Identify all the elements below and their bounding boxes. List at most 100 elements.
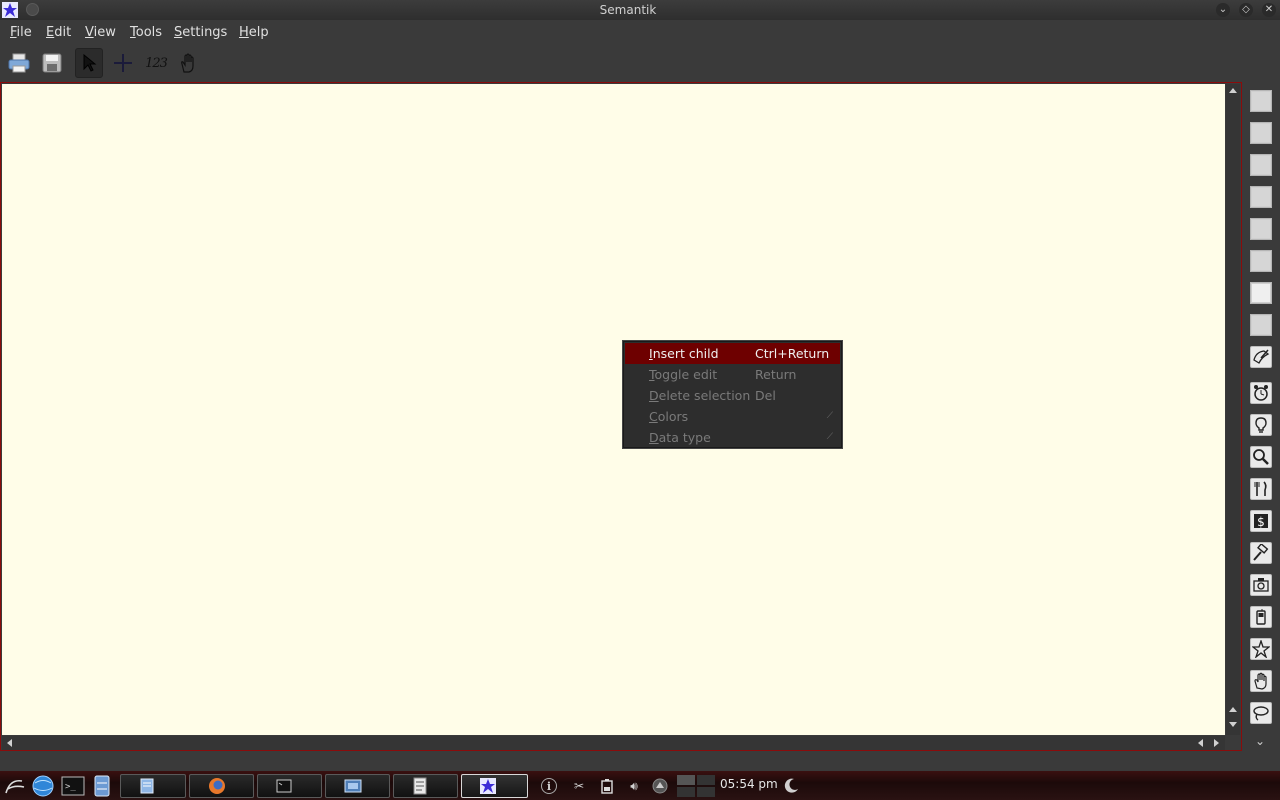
scissors-icon: ✂ xyxy=(573,779,585,793)
pager-desktop-4[interactable] xyxy=(697,787,715,797)
menu-view[interactable]: View xyxy=(85,25,116,40)
maximize-button[interactable]: ◇ xyxy=(1239,3,1253,17)
phone-flag-button[interactable] xyxy=(1250,606,1272,628)
hand-icon xyxy=(1254,672,1267,690)
title-bar: Semantik ⌄ ◇ ✕ xyxy=(0,0,1280,20)
scissors-tray-button[interactable]: ✂ xyxy=(569,776,589,796)
tool-flag-button[interactable] xyxy=(1250,542,1272,564)
money-flag-button[interactable]: $ xyxy=(1250,510,1272,532)
close-button[interactable]: ✕ xyxy=(1262,3,1276,17)
mind-map-canvas[interactable] xyxy=(2,84,1225,735)
idea-flag-button[interactable] xyxy=(1250,414,1272,436)
hand-flag-button[interactable] xyxy=(1250,670,1272,692)
photo-flag-button[interactable] xyxy=(1250,574,1272,596)
print-button[interactable] xyxy=(5,48,33,78)
color-swatch[interactable] xyxy=(1250,282,1272,304)
task-button-text[interactable] xyxy=(393,774,458,798)
battery-tray-button[interactable] xyxy=(597,776,617,796)
clock[interactable]: 05:54 pm xyxy=(720,777,778,791)
vertical-scrollbar[interactable] xyxy=(1226,84,1240,735)
palette-more-chevron-icon[interactable]: ⌄ xyxy=(1255,734,1265,748)
color-swatch[interactable] xyxy=(1250,250,1272,272)
magnifier-icon xyxy=(1253,449,1269,465)
ctx-toggle-edit[interactable]: Toggle edit Return xyxy=(624,364,841,385)
menu-tools[interactable]: Tools xyxy=(130,25,162,40)
svg-text:>_: >_ xyxy=(65,782,76,792)
text-editor-icon xyxy=(413,777,427,795)
file-cabinet-icon[interactable] xyxy=(93,775,111,797)
star-icon xyxy=(1252,640,1270,658)
volume-icon: 🔊︎ xyxy=(630,778,638,793)
ctx-delete-selection[interactable]: Delete selection Del xyxy=(624,385,841,406)
menu-help[interactable]: Help xyxy=(239,25,269,40)
semantik-task-icon xyxy=(480,778,496,794)
alarm-clock-icon xyxy=(1254,385,1268,401)
scroll-right-arrow[interactable] xyxy=(1198,739,1203,747)
alarm-flag-button[interactable] xyxy=(1250,382,1272,404)
info-icon: i xyxy=(541,778,557,794)
pager-desktop-2[interactable] xyxy=(697,775,715,785)
save-button[interactable] xyxy=(38,48,66,78)
document-icon xyxy=(140,778,154,794)
task-button-image[interactable] xyxy=(325,774,390,798)
task-button-firefox[interactable] xyxy=(189,774,254,798)
pager-desktop-3[interactable] xyxy=(677,787,695,797)
select-pointer-icon xyxy=(83,54,97,72)
terminal-icon[interactable]: >_ xyxy=(61,776,85,796)
painting-icon xyxy=(1253,349,1270,364)
print-icon xyxy=(8,53,30,73)
horizontal-scrollbar[interactable] xyxy=(2,736,1225,750)
volume-tray-button[interactable]: 🔊︎ xyxy=(624,776,644,796)
scroll-right-arrow-2[interactable] xyxy=(1214,739,1219,747)
ctx-colors-submenu[interactable]: Colors ⟋ xyxy=(624,406,841,427)
color-swatch[interactable] xyxy=(1250,186,1272,208)
start-menu-icon[interactable] xyxy=(4,775,26,797)
scroll-up-arrow[interactable] xyxy=(1229,88,1237,93)
painting-flag-button[interactable] xyxy=(1250,346,1272,368)
terminal-window-icon xyxy=(276,779,292,793)
star-flag-button[interactable] xyxy=(1250,638,1272,660)
task-button-terminal[interactable] xyxy=(257,774,322,798)
menu-file[interactable]: File xyxy=(10,25,32,40)
eject-tray-button[interactable] xyxy=(650,776,670,796)
sort-tool-button[interactable]: 123 xyxy=(142,48,170,78)
lasso-icon xyxy=(1253,706,1269,721)
hammer-icon xyxy=(1253,544,1269,561)
add-tool-button[interactable] xyxy=(109,48,137,78)
search-flag-button[interactable] xyxy=(1250,446,1272,468)
pan-hand-icon xyxy=(181,53,194,73)
scroll-left-arrow[interactable] xyxy=(7,739,12,747)
pager-desktop-1[interactable] xyxy=(677,775,695,785)
task-button-1[interactable] xyxy=(120,774,186,798)
scroll-tool-button[interactable] xyxy=(175,48,203,78)
color-swatch[interactable] xyxy=(1250,90,1272,112)
scroll-down-arrow-2[interactable] xyxy=(1229,722,1237,727)
ctx-insert-child[interactable]: Insert child Ctrl+Return xyxy=(625,343,840,364)
battery-icon xyxy=(601,779,613,794)
color-swatch[interactable] xyxy=(1250,122,1272,144)
window-title: Semantik xyxy=(599,3,657,17)
canvas-frame xyxy=(0,82,1242,751)
firefox-icon xyxy=(209,778,225,794)
food-flag-button[interactable] xyxy=(1250,478,1272,500)
screen: Semantik ⌄ ◇ ✕ File Edit View Tools Sett… xyxy=(0,0,1280,800)
color-swatch[interactable] xyxy=(1250,218,1272,240)
minimize-button[interactable]: ⌄ xyxy=(1216,3,1230,17)
menu-settings[interactable]: Settings xyxy=(174,25,227,40)
scroll-down-arrow[interactable] xyxy=(1229,707,1237,712)
color-swatch[interactable] xyxy=(1250,154,1272,176)
menu-edit[interactable]: Edit xyxy=(46,25,71,40)
sort-numbers-icon: 123 xyxy=(145,55,168,71)
lightbulb-icon xyxy=(1255,417,1267,433)
color-swatch[interactable] xyxy=(1250,314,1272,336)
browser-globe-icon[interactable] xyxy=(30,774,56,798)
moon-icon[interactable] xyxy=(782,777,800,795)
ctx-data-type-submenu[interactable]: Data type ⟋ xyxy=(624,427,841,448)
task-button-semantik[interactable] xyxy=(461,774,528,798)
submenu-arrow-icon: ⟋ xyxy=(826,411,833,421)
camera-icon xyxy=(1253,578,1269,592)
info-tray-button[interactable]: i xyxy=(539,776,559,796)
lasso-flag-button[interactable] xyxy=(1250,702,1272,724)
menu-bar: File Edit View Tools Settings Help xyxy=(0,20,1280,45)
select-tool-button[interactable] xyxy=(75,48,103,78)
